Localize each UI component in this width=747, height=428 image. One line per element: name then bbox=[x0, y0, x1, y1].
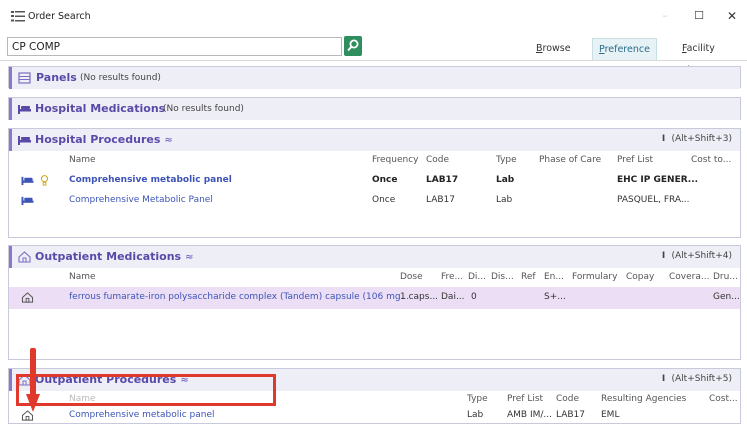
type-cell: Lab bbox=[496, 175, 515, 185]
outpatient-medications-header[interactable]: Outpatient Medications ≈ I (Alt+Shift+4) bbox=[9, 246, 740, 268]
column-header-pref-list[interactable]: Pref List bbox=[617, 155, 653, 165]
table-row[interactable]: Comprehensive metabolic panel Lab AMB IM… bbox=[9, 407, 740, 425]
column-header-coverage[interactable]: Covera... bbox=[669, 272, 709, 282]
column-header-frequency[interactable]: Fre... bbox=[441, 272, 463, 282]
divider bbox=[0, 60, 747, 61]
medication-name-link[interactable]: ferrous fumarate-iron polysaccharide com… bbox=[69, 292, 409, 302]
search-input[interactable] bbox=[7, 37, 342, 56]
panels-section: Panels (No results found) bbox=[8, 66, 741, 89]
column-header-dis[interactable]: Dis... bbox=[491, 272, 514, 282]
drug-cell: Gen... bbox=[713, 292, 740, 302]
frequency-cell: Once bbox=[372, 195, 396, 205]
column-header-type[interactable]: Type bbox=[496, 155, 517, 165]
panels-title: Panels bbox=[36, 71, 77, 84]
column-header-code[interactable]: Code bbox=[426, 155, 449, 165]
close-button[interactable]: ✕ bbox=[722, 8, 742, 24]
order-list-icon bbox=[11, 11, 25, 22]
minimize-button[interactable]: – bbox=[655, 8, 675, 24]
sort-icon: I bbox=[661, 251, 666, 261]
hospital-procedures-title: Hospital Procedures ≈ bbox=[35, 133, 173, 146]
collapse-icon[interactable]: ≈ bbox=[164, 135, 172, 146]
type-cell: Lab bbox=[496, 195, 513, 205]
hotkey-label: I (Alt+Shift+3) bbox=[660, 134, 732, 144]
outpatient-medications-section: Outpatient Medications ≈ I (Alt+Shift+4) N… bbox=[8, 245, 741, 360]
column-header-phase[interactable]: Phase of Care bbox=[539, 155, 601, 165]
column-header-formulary[interactable]: Formulary bbox=[572, 272, 617, 282]
code-cell: LAB17 bbox=[426, 195, 456, 205]
hospital-bed-icon bbox=[18, 105, 31, 114]
panels-header[interactable]: Panels (No results found) bbox=[9, 67, 740, 89]
panel-icon bbox=[18, 72, 31, 84]
column-header-code[interactable]: Code bbox=[556, 394, 579, 404]
column-header-resulting-agencies[interactable]: Resulting Agencies bbox=[601, 394, 686, 404]
column-header-copay[interactable]: Copay bbox=[626, 272, 654, 282]
clinic-house-icon bbox=[21, 292, 34, 303]
hospital-bed-icon bbox=[21, 196, 34, 206]
collapse-icon[interactable]: ≈ bbox=[185, 252, 193, 263]
hospital-procedures-section: Hospital Procedures ≈ I (Alt+Shift+3) Name… bbox=[8, 128, 741, 238]
maximize-button[interactable]: ☐ bbox=[689, 8, 709, 24]
pref-list-cell: PASQUEL, FRA... bbox=[617, 195, 690, 205]
hospital-medications-header[interactable]: Hospital Medications (No results found) bbox=[9, 98, 740, 120]
code-cell: LAB17 bbox=[556, 410, 586, 420]
column-header-cost[interactable]: Cost... bbox=[709, 394, 738, 404]
panels-no-results: (No results found) bbox=[80, 73, 161, 83]
column-header-frequency[interactable]: Frequency bbox=[372, 155, 419, 165]
clinic-house-icon bbox=[18, 251, 31, 263]
table-row[interactable]: ferrous fumarate-iron polysaccharide com… bbox=[9, 287, 740, 309]
search-button[interactable] bbox=[344, 36, 362, 56]
column-header-name[interactable]: Name bbox=[69, 272, 96, 282]
dose-cell: 1 caps... bbox=[400, 292, 439, 302]
column-header-type[interactable]: Type bbox=[467, 394, 488, 404]
hotkey-label: I (Alt+Shift+5) bbox=[660, 374, 732, 384]
frequency-cell: Once bbox=[372, 175, 398, 185]
table-row[interactable]: Comprehensive Metabolic Panel Once LAB17… bbox=[9, 191, 740, 211]
column-header-disp[interactable]: Di... bbox=[468, 272, 486, 282]
hospital-medications-section: Hospital Medications (No results found) bbox=[8, 97, 741, 120]
procedure-name-link[interactable]: Comprehensive Metabolic Panel bbox=[69, 195, 213, 205]
procedure-name-link[interactable]: Comprehensive metabolic panel bbox=[69, 175, 232, 185]
disp-cell: 0 bbox=[471, 292, 477, 302]
hospital-bed-icon bbox=[18, 136, 31, 145]
column-header-cost[interactable]: Cost to... bbox=[691, 155, 731, 165]
frequency-cell: Dai... bbox=[441, 292, 465, 302]
tab-facility-list[interactable]: Facility List bbox=[676, 38, 721, 76]
type-cell: Lab bbox=[467, 410, 484, 420]
hospital-procedures-header[interactable]: Hospital Procedures ≈ I (Alt+Shift+3) bbox=[9, 129, 740, 151]
column-header-drug[interactable]: Dru... bbox=[713, 272, 738, 282]
column-header-en[interactable]: En... bbox=[544, 272, 564, 282]
column-header-refill[interactable]: Ref bbox=[521, 272, 536, 282]
annotation-highlight-box bbox=[16, 374, 276, 406]
column-header-dose[interactable]: Dose bbox=[400, 272, 423, 282]
search-icon bbox=[347, 39, 359, 52]
window-title: Order Search bbox=[28, 11, 91, 22]
sort-icon: I bbox=[661, 134, 666, 144]
sort-icon: I bbox=[661, 374, 666, 384]
tab-preference-list[interactable]: Preference List bbox=[592, 38, 657, 77]
pref-list-cell: AMB IM/... bbox=[507, 410, 552, 420]
column-header-pref-list[interactable]: Pref List bbox=[507, 394, 543, 404]
table-row[interactable]: Comprehensive metabolic panel Once LAB17… bbox=[9, 171, 740, 191]
tab-browse[interactable]: Browse bbox=[530, 38, 577, 60]
code-cell: LAB17 bbox=[426, 175, 459, 185]
hospital-medications-title: Hospital Medications bbox=[35, 102, 166, 115]
en-cell: S+... bbox=[544, 292, 566, 302]
title-bar: Order Search – ☐ ✕ bbox=[0, 0, 747, 30]
resulting-agencies-cell: EML bbox=[601, 410, 620, 420]
hospital-medications-no-results: (No results found) bbox=[163, 104, 244, 114]
pref-list-cell: EHC IP GENER... bbox=[617, 175, 699, 185]
outpatient-medications-title: Outpatient Medications ≈ bbox=[35, 250, 194, 263]
hotkey-label: I (Alt+Shift+4) bbox=[660, 251, 732, 261]
procedure-name-link[interactable]: Comprehensive metabolic panel bbox=[69, 410, 215, 420]
hospital-bed-icon bbox=[21, 176, 34, 186]
column-header-name[interactable]: Name bbox=[69, 155, 96, 165]
lightbulb-icon bbox=[40, 175, 49, 186]
